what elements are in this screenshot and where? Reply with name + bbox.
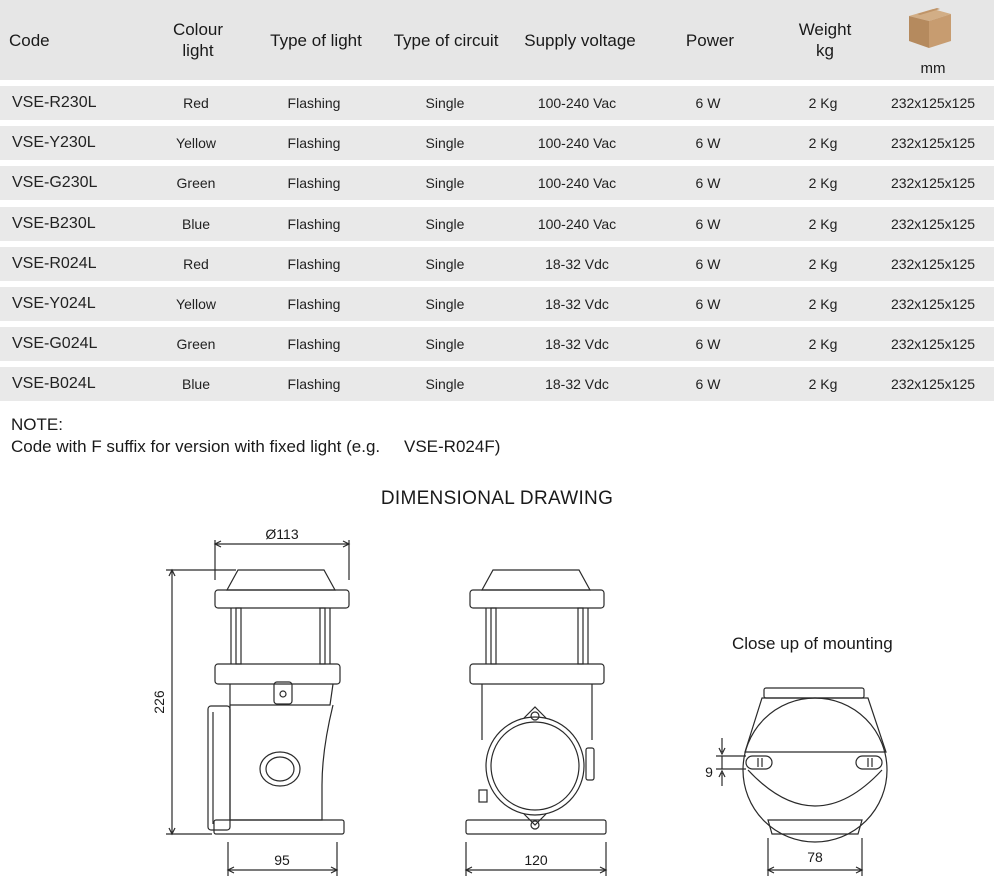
cell-supply-voltage: 100-240 Vac <box>537 95 617 111</box>
cell-colour: Blue <box>181 216 211 232</box>
cell-type-of-light: Flashing <box>287 216 341 232</box>
cell-power: 6 W <box>695 256 721 272</box>
drawing-title: DIMENSIONAL DRAWING <box>380 488 614 509</box>
dim-closeup-width-label: 78 <box>807 849 823 865</box>
dim-front-width-label: 120 <box>524 852 548 868</box>
cell-weight: 2 Kg <box>808 135 838 151</box>
side-view <box>166 540 351 876</box>
cell-supply-voltage: 18-32 Vdc <box>545 296 609 312</box>
cell-type-of-light: Flashing <box>287 336 341 352</box>
dim-height-label: 226 <box>151 690 167 714</box>
dim-gap-label: 9 <box>705 764 713 780</box>
cell-power: 6 W <box>695 376 721 392</box>
table-row: VSE-Y024L Yellow Flashing Single 18-32 Vdc 6 … <box>0 287 994 321</box>
cell-type-of-circuit: Single <box>425 256 465 272</box>
cell-weight: 2 Kg <box>808 175 838 191</box>
cell-colour: Yellow <box>176 135 216 151</box>
header-supply-voltage: Supply voltage <box>524 30 636 50</box>
header-type-of-circuit: Type of circuit <box>393 30 499 50</box>
table-row: VSE-B230L Blue Flashing Single 100-240 Vac 6 … <box>0 207 994 241</box>
cell-type-of-light: Flashing <box>287 376 341 392</box>
cell-type-of-circuit: Single <box>425 95 465 111</box>
cell-supply-voltage: 18-32 Vdc <box>545 336 609 352</box>
header-colour-light: Colour light <box>172 20 224 60</box>
cell-weight: 2 Kg <box>808 256 838 272</box>
cell-code: VSE-Y024L <box>12 295 96 312</box>
header-weight: Weight kg <box>798 20 852 60</box>
cell-code: VSE-Y230L <box>12 134 96 151</box>
cell-colour: Red <box>183 256 209 272</box>
dimensional-drawing: Ø113 226 95 120 9 78 <box>151 526 888 876</box>
cell-type-of-light: Flashing <box>287 135 341 151</box>
cell-code: VSE-G024L <box>12 335 98 352</box>
cell-code: VSE-G230L <box>12 174 98 191</box>
cell-colour: Green <box>176 175 216 191</box>
table-row: VSE-Y230L Yellow Flashing Single 100-240 Vac… <box>0 126 994 160</box>
cell-weight: 2 Kg <box>808 216 838 232</box>
cell-dimensions: 232x125x125 <box>890 336 976 352</box>
cell-code: VSE-B024L <box>12 375 96 392</box>
cell-supply-voltage: 100-240 Vac <box>537 135 617 151</box>
header-code: Code <box>9 30 50 50</box>
cell-dimensions: 232x125x125 <box>890 135 976 151</box>
cell-type-of-circuit: Single <box>425 296 465 312</box>
header-type-of-light: Type of light <box>270 30 362 50</box>
cell-supply-voltage: 18-32 Vdc <box>545 376 609 392</box>
dim-side-width-label: 95 <box>274 852 290 868</box>
cell-power: 6 W <box>695 135 721 151</box>
cell-type-of-light: Flashing <box>287 95 341 111</box>
closeup-mounting <box>716 687 888 876</box>
cell-dimensions: 232x125x125 <box>890 175 976 191</box>
cell-supply-voltage: 100-240 Vac <box>537 175 617 191</box>
cell-type-of-light: Flashing <box>287 175 341 191</box>
cell-supply-voltage: 100-240 Vac <box>537 216 617 232</box>
table-row: VSE-G024L Green Flashing Single 18-32 Vdc 6 W… <box>0 327 994 361</box>
cell-code: VSE-R230L <box>12 94 97 111</box>
table-header: Code Colour light Type of light Type of … <box>0 0 994 80</box>
header-power: Power <box>685 30 735 50</box>
cell-type-of-light: Flashing <box>287 296 341 312</box>
cell-type-of-circuit: Single <box>425 216 465 232</box>
cell-power: 6 W <box>695 175 721 191</box>
cell-colour: Green <box>176 336 216 352</box>
cell-type-of-light: Flashing <box>287 256 341 272</box>
cell-weight: 2 Kg <box>808 296 838 312</box>
table-row: VSE-R024L Red Flashing Single 18-32 Vdc 6 W 2 … <box>0 247 994 281</box>
table-row: VSE-B024L Blue Flashing Single 18-32 Vdc 6 W 2… <box>0 367 994 401</box>
dim-diameter-label: Ø113 <box>265 526 298 542</box>
cell-supply-voltage: 18-32 Vdc <box>545 256 609 272</box>
cell-type-of-circuit: Single <box>425 336 465 352</box>
note-text: Code with F suffix for version with fixe… <box>11 437 381 456</box>
cell-dimensions: 232x125x125 <box>890 95 976 111</box>
cell-type-of-circuit: Single <box>425 135 465 151</box>
cell-power: 6 W <box>695 296 721 312</box>
note-title: NOTE: <box>11 415 63 434</box>
header-dimensions-unit: mm <box>920 60 946 77</box>
cell-colour: Blue <box>181 376 211 392</box>
cardboard-box-icon <box>909 8 951 48</box>
cell-type-of-circuit: Single <box>425 376 465 392</box>
cell-dimensions: 232x125x125 <box>890 216 976 232</box>
front-view <box>464 569 608 876</box>
note-example-code: VSE-R024F) <box>404 437 501 456</box>
cell-dimensions: 232x125x125 <box>890 256 976 272</box>
table-row: VSE-G230L Green Flashing Single 100-240 Vac 6… <box>0 166 994 200</box>
cell-weight: 2 Kg <box>808 95 838 111</box>
table-row: VSE-R230L Red Flashing Single 100-240 Vac 6 W… <box>0 86 994 120</box>
cell-code: VSE-R024L <box>12 255 97 272</box>
cell-weight: 2 Kg <box>808 336 838 352</box>
cell-colour: Yellow <box>176 296 216 312</box>
cell-colour: Red <box>183 95 209 111</box>
cell-weight: 2 Kg <box>808 376 838 392</box>
cell-power: 6 W <box>695 336 721 352</box>
cell-type-of-circuit: Single <box>425 175 465 191</box>
cell-power: 6 W <box>695 95 721 111</box>
cell-dimensions: 232x125x125 <box>890 376 976 392</box>
cell-dimensions: 232x125x125 <box>890 296 976 312</box>
cell-code: VSE-B230L <box>12 215 96 232</box>
cell-power: 6 W <box>695 216 721 232</box>
closeup-title: Close up of mounting <box>732 634 893 653</box>
